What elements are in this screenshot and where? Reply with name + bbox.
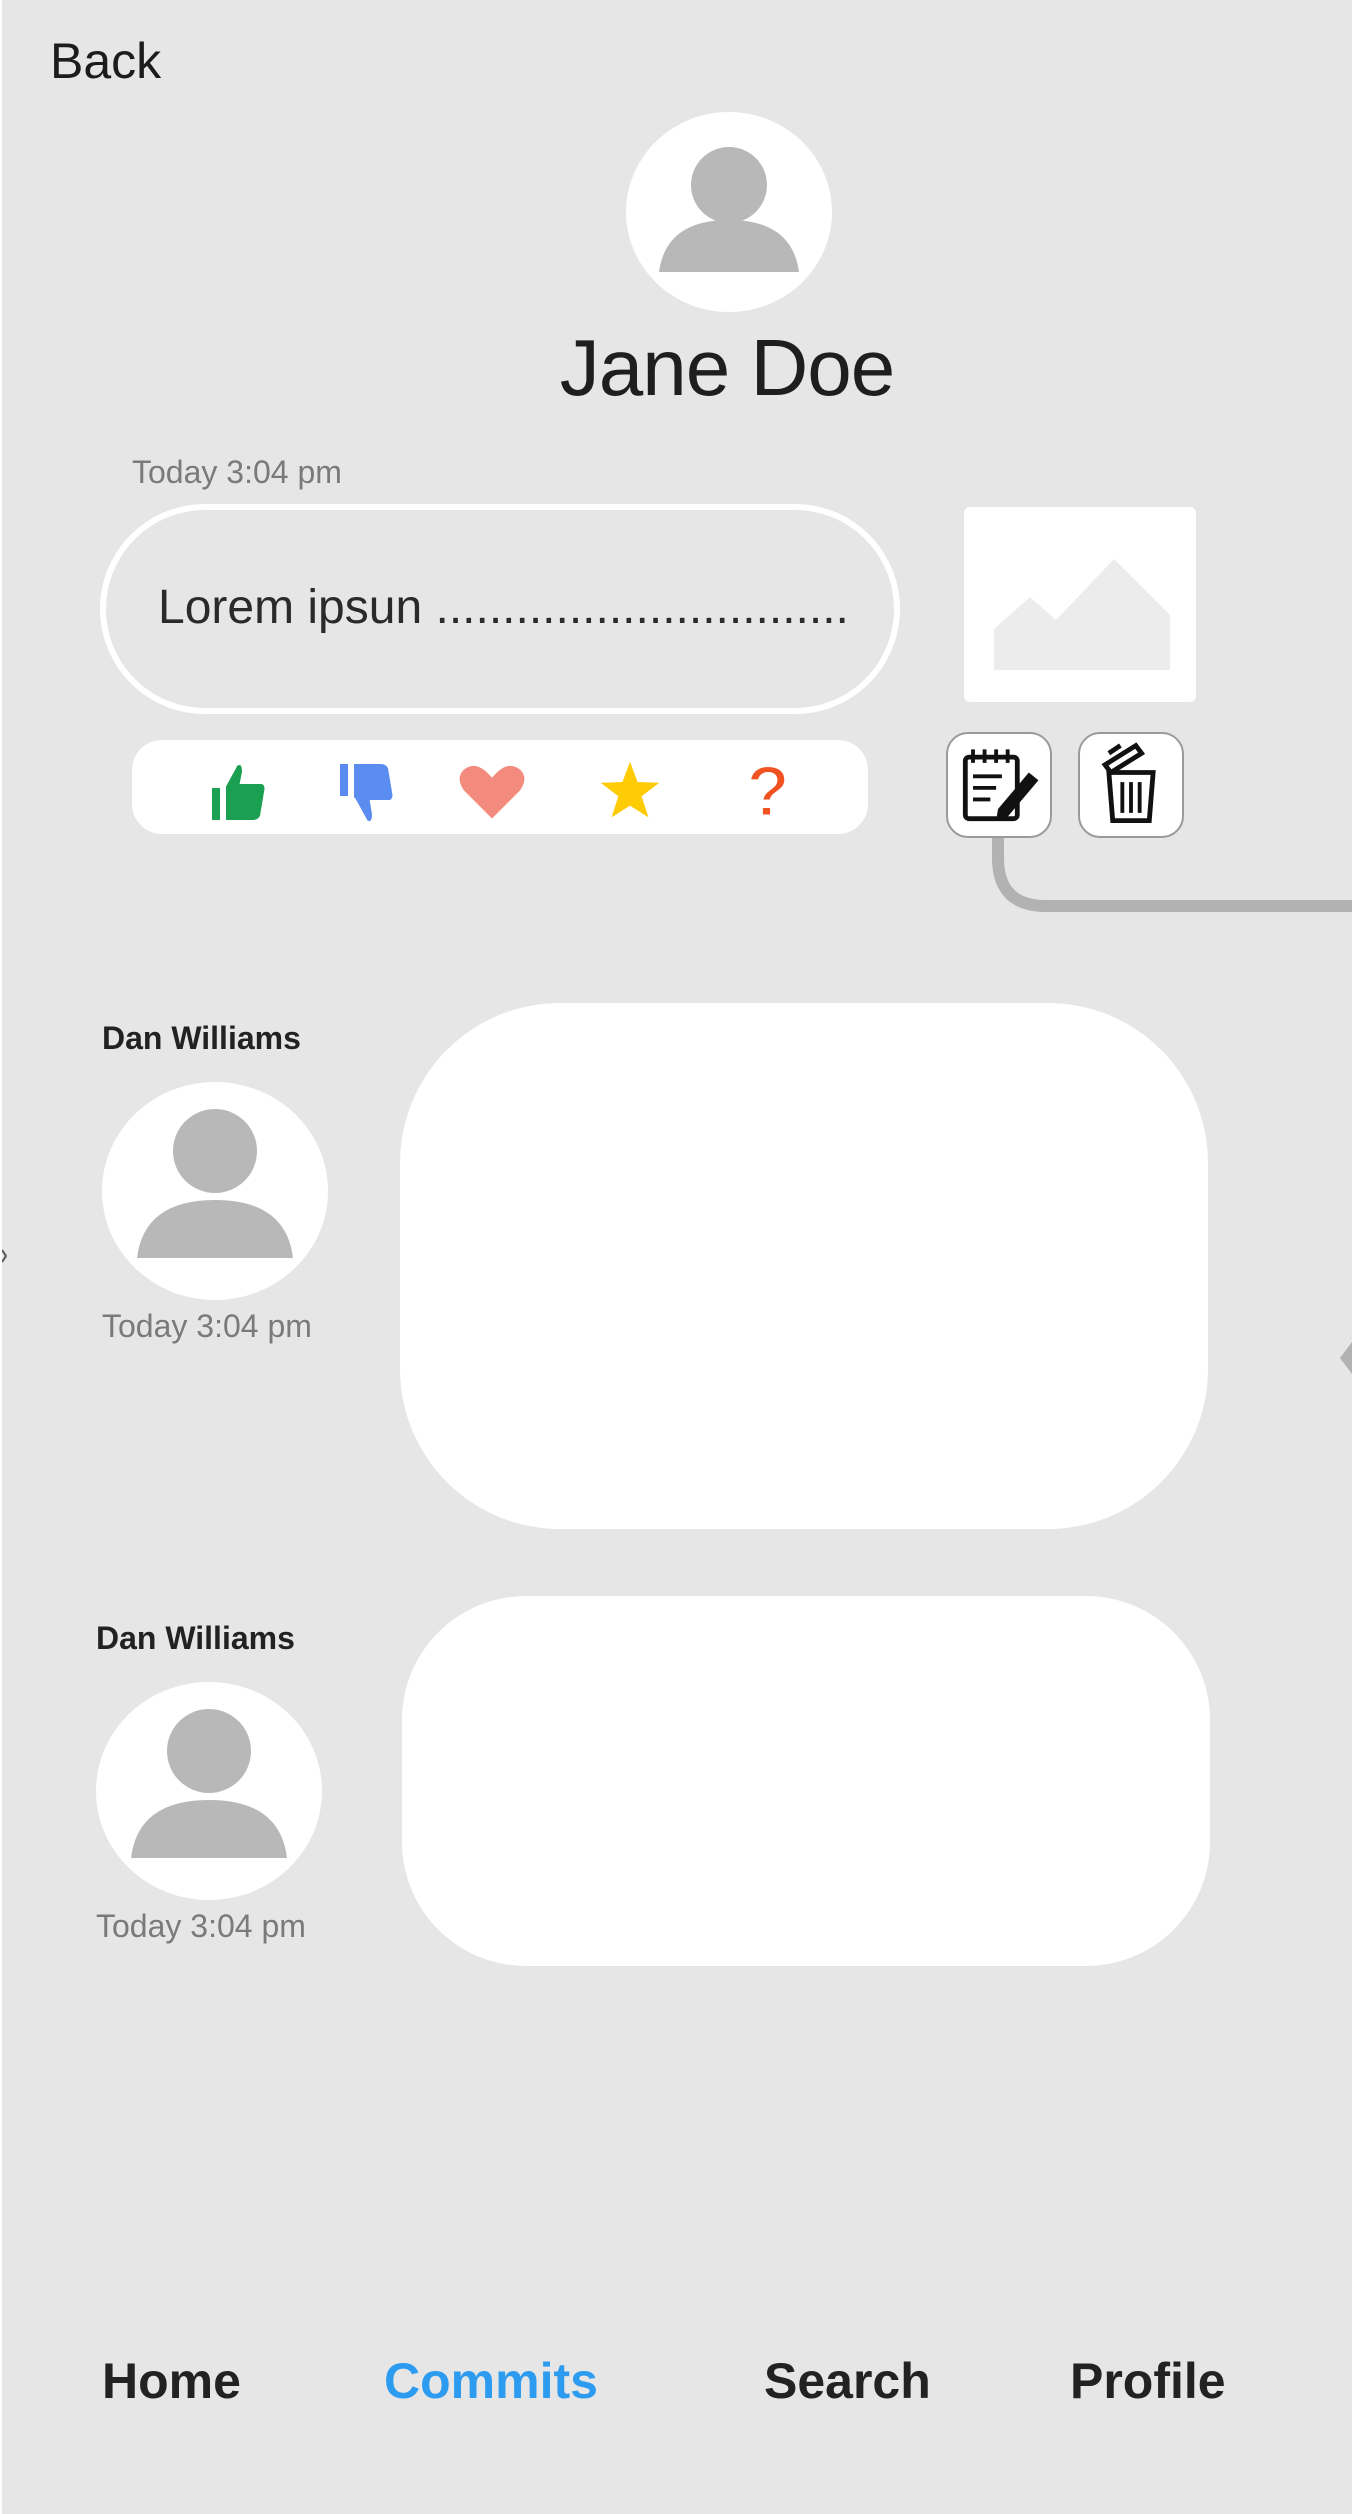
left-edge-marker [2,1249,8,1263]
nav-commits[interactable]: Commits [384,2352,598,2410]
scroll-handle-icon[interactable] [1338,1338,1352,1378]
nav-search[interactable]: Search [764,2352,931,2410]
comment-bubble [400,1003,1208,1529]
thumbs-up-reaction[interactable] [196,750,276,830]
app-screen: Back Jane Doe Today 3:04 pm Lorem ipsun … [2,0,1352,2514]
post-text: Lorem ipsun ............................… [158,581,849,634]
edit-button[interactable] [946,732,1052,838]
comment-author: Dan Williams [96,1620,295,1656]
comment-avatar [102,1082,328,1300]
reactions-bar: ? [132,740,868,834]
profile-avatar [626,112,832,312]
heart-icon [454,760,530,826]
comment-bubble [402,1596,1210,1966]
delete-trash-icon [1101,742,1156,824]
delete-button[interactable] [1078,732,1184,838]
comment-timestamp: Today 3:04 pm [96,1908,306,1944]
comment-timestamp: Today 3:04 pm [102,1308,312,1344]
question-reaction[interactable]: ? [728,750,808,831]
star-icon [590,750,670,827]
post-image[interactable] [964,507,1196,702]
back-button[interactable]: Back [50,32,161,90]
user-avatar-icon [137,1109,293,1258]
user-avatar-icon [659,147,799,272]
profile-name: Jane Doe [559,323,895,412]
user-avatar-icon [131,1709,287,1858]
edit-notepad-icon [962,749,1039,822]
thumbs-down-icon [336,760,397,825]
thumbs-up-icon [208,761,269,824]
comment-author: Dan Williams [102,1020,301,1056]
nav-profile[interactable]: Profile [1070,2352,1226,2410]
comment-avatar [96,1682,322,1900]
thumbs-down-reaction[interactable] [328,754,408,834]
question-icon: ? [745,751,792,831]
svg-text:?: ? [746,752,790,830]
image-placeholder-icon [994,559,1170,670]
heart-reaction[interactable] [452,752,532,832]
post-timestamp: Today 3:04 pm [132,454,342,490]
nav-home[interactable]: Home [102,2352,241,2410]
connector-line [992,838,1352,912]
star-reaction[interactable] [590,750,670,830]
